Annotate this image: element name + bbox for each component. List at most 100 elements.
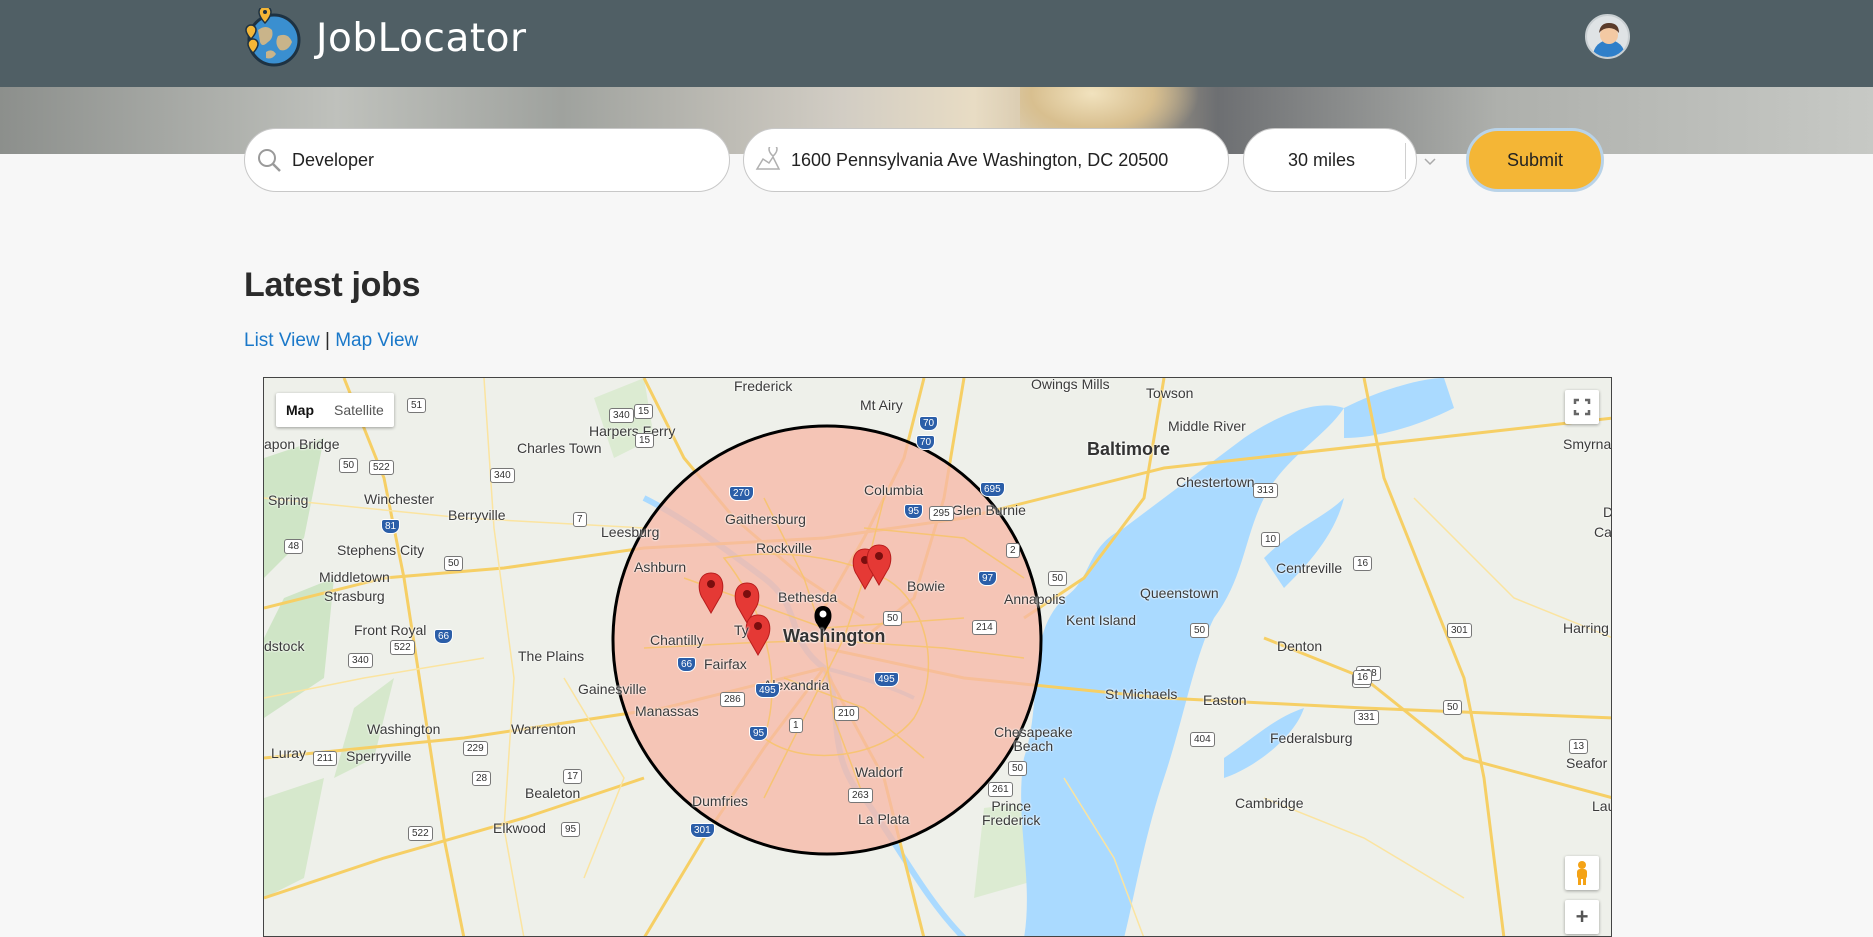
globe-pins-icon [245,8,301,67]
list-view-link[interactable]: List View [244,330,320,351]
map-label: Dumfries [692,793,749,809]
highway-shield: 16 [1353,670,1373,685]
submit-button[interactable]: Submit [1466,128,1604,192]
map-label: Baltimore [1087,439,1171,459]
map-label: Smyrna [1563,436,1612,452]
map-label: Front Royal [354,622,427,638]
map-label: Bealeton [525,785,581,801]
map-type-satellite-button[interactable]: Satellite [324,393,394,427]
highway-shield: 295 [929,506,954,521]
map-label: La Plata [858,811,910,827]
highway-shield: 522 [369,460,394,475]
map-label: Columbia [864,482,924,498]
map-label: Centreville [1276,560,1343,576]
keyword-field[interactable] [244,128,730,192]
highway-shield: 229 [463,741,488,756]
highway-shield: 50 [339,458,359,473]
map-label: Middletown [319,569,390,585]
map-label: apon Bridge [264,436,340,452]
highway-shield: 70 [919,416,939,431]
highway-shield: 50 [883,611,903,626]
app-name: JobLocator [316,15,527,61]
map-label: Owings Mills [1031,377,1110,392]
highway-shield: 50 [1190,623,1210,638]
top-navbar: JobLocator [0,0,1873,87]
highway-shield: 95 [904,504,924,519]
highway-shield: 10 [1261,532,1281,547]
location-field[interactable] [743,128,1229,192]
map-view-link[interactable]: Map View [335,330,418,351]
page-title: Latest jobs [244,266,421,304]
chevron-down-icon[interactable] [1420,151,1440,171]
highway-shield: 331 [1354,710,1379,725]
highway-shield: 695 [980,482,1005,497]
keyword-input[interactable] [292,149,692,171]
highway-shield: 340 [609,408,634,423]
map-label: Elkwood [493,820,546,836]
job-map[interactable]: Frederick Mt Airy Owings Mills Towson Ba… [263,377,1612,937]
map-label: Ashburn [634,559,687,575]
view-switcher: List View | Map View [244,330,418,352]
map-label: Waldorf [855,764,903,780]
map-label: Seafor [1566,755,1608,771]
map-label: Bethesda [778,589,838,605]
highway-shield: 15 [635,433,655,448]
highway-shield: 50 [1443,700,1463,715]
highway-shield: 7 [573,512,587,527]
highway-shield: 51 [407,398,427,413]
user-avatar-icon[interactable] [1585,14,1630,59]
highway-shield: 270 [729,486,754,501]
map-label: Ty [734,622,749,638]
highway-shield: 286 [720,692,745,707]
highway-shield: 211 [313,751,337,766]
map-label: Lau [1592,798,1611,814]
radius-select[interactable]: 30 miles [1243,128,1436,192]
map-label: Manassas [635,703,699,719]
radius-value: 30 miles [1288,149,1356,170]
highway-shield: 340 [490,468,515,483]
highway-shield: 263 [848,788,873,803]
map-label: Stephens City [337,542,425,558]
highway-shield: 404 [1190,732,1215,747]
map-label: Fairfax [704,656,747,672]
map-label: Queenstown [1140,585,1219,601]
map-label: Middle River [1168,418,1246,434]
highway-shield: 1 [789,718,803,733]
map-label: Washington [367,721,441,737]
map-tiles[interactable] [264,378,1612,937]
fullscreen-button[interactable] [1565,390,1599,424]
map-label: Rockville [756,540,813,556]
highway-shield: 97 [978,571,998,586]
map-label: The Plains [518,648,585,664]
map-label: dstock [264,638,305,654]
highway-shield: 313 [1253,483,1278,498]
highway-shield: 50 [1008,761,1028,776]
street-view-button[interactable] [1565,856,1599,890]
map-label: St Michaels [1105,686,1178,702]
map-label: Chantilly [650,632,704,648]
map-label: Frederick [734,378,793,394]
map-type-control: Map Satellite [276,393,394,427]
radius-separator [1405,143,1406,179]
map-label: Strasburg [324,588,385,604]
highway-shield: 66 [434,629,454,644]
highway-shield: 17 [563,769,583,784]
map-label: Winchester [364,491,435,507]
highway-shield: 301 [1447,623,1472,638]
map-label: Bowie [907,578,946,594]
highway-shield: 81 [381,519,401,534]
map-label: Easton [1203,692,1247,708]
pegman-icon [1577,861,1587,885]
highway-shield: 48 [284,539,304,554]
map-label: Chestertown [1176,474,1255,490]
map-label: Towson [1146,385,1194,401]
map-label: Mt Airy [860,397,903,413]
map-type-map-button[interactable]: Map [276,393,324,427]
map-label: Annapolis [1004,591,1066,607]
logo[interactable]: JobLocator [244,8,527,68]
map-label: Harring [1563,620,1609,636]
highway-shield: 261 [988,782,1013,797]
map-label: Berryville [448,507,506,523]
map-label: Denton [1277,638,1323,654]
location-input[interactable] [791,149,1191,171]
